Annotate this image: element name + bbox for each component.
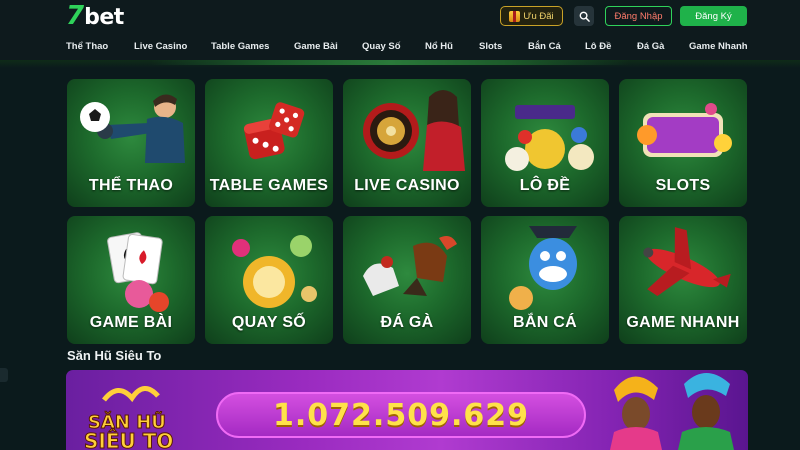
tile-slots[interactable]: SLOTS <box>619 79 747 207</box>
jackpot-banner[interactable]: SĂN HŨ SIÊU TO 1.072.509.629 <box>66 370 748 450</box>
jackpot-logo-line2: SIÊU TO <box>84 429 173 450</box>
jackpot-counter: 1.072.509.629 <box>216 392 586 438</box>
gift-icon <box>509 10 521 22</box>
logo-number: 7 <box>66 1 85 31</box>
top-header: 7 bet Ưu Đãi Đăng Nhập Đăng Ký <box>0 0 800 34</box>
carnival-dancers-image <box>610 373 734 450</box>
logo-text: bet <box>84 5 124 30</box>
promo-button[interactable]: Ưu Đãi <box>500 6 563 26</box>
roulette-dealer-icon <box>363 90 465 171</box>
search-button[interactable] <box>574 6 594 26</box>
tile-label: GAME BÀI <box>89 314 173 331</box>
search-icon <box>579 11 590 22</box>
nav-item-quay-so[interactable]: Quay Số <box>362 41 401 52</box>
side-expand-handle[interactable] <box>0 368 8 382</box>
tile-the-thao[interactable]: THỂ THAO <box>67 79 195 207</box>
jackpot-section-title: Săn Hũ Siêu To <box>67 348 162 363</box>
rooster-fight-icon <box>363 236 457 296</box>
jackpot-logo: SĂN HŨ SIÊU TO <box>84 386 174 450</box>
tile-label: LÔ ĐỀ <box>519 177 571 194</box>
nav-item-game-bai[interactable]: Game Bài <box>294 41 338 52</box>
tile-label: TABLE GAMES <box>209 177 329 194</box>
tile-label: BẮN CÁ <box>512 314 578 331</box>
tile-label: ĐÁ GÀ <box>380 314 434 331</box>
airplane-icon <box>643 227 731 297</box>
tile-da-ga[interactable]: ĐÁ GÀ <box>343 216 471 344</box>
tile-quay-so[interactable]: QUAY SỐ <box>205 216 333 344</box>
slot-777-icon <box>637 103 732 157</box>
jackpot-value: 1.072.509.629 <box>273 397 529 433</box>
nav-item-lo-de[interactable]: Lô Đề <box>585 41 611 52</box>
nav-glow-divider <box>0 60 800 68</box>
nav-item-the-thao[interactable]: Thể Thao <box>66 41 108 52</box>
tile-table-games[interactable]: TABLE GAMES <box>205 79 333 207</box>
brand-logo[interactable]: 7 bet <box>66 1 124 31</box>
playing-cards-icon <box>107 232 169 312</box>
nav-item-no-hu[interactable]: Nổ Hũ <box>425 41 453 52</box>
dice-icon <box>243 102 305 160</box>
tile-label: THỂ THAO <box>88 177 174 194</box>
tile-live-casino[interactable]: LIVE CASINO <box>343 79 471 207</box>
number-ball-icon <box>232 235 317 308</box>
nav-item-game-nhanh[interactable]: Game Nhanh <box>689 41 748 52</box>
tile-ban-ca[interactable]: BẮN CÁ <box>481 216 609 344</box>
promo-label: Ưu Đãi <box>523 10 554 22</box>
register-button[interactable]: Đăng Ký <box>680 6 747 26</box>
soccer-goalkeeper-icon <box>80 94 185 163</box>
nav-item-table-games[interactable]: Table Games <box>211 41 269 52</box>
nav-item-slots[interactable]: Slots <box>479 41 502 52</box>
lottery-balls-icon <box>505 105 594 171</box>
tile-label: QUAY SỐ <box>231 314 307 331</box>
pirate-fish-icon <box>509 226 577 310</box>
tile-game-bai[interactable]: GAME BÀI <box>67 216 195 344</box>
tile-lo-de[interactable]: LÔ ĐỀ <box>481 79 609 207</box>
tile-label: GAME NHANH <box>626 314 740 331</box>
tile-label: LIVE CASINO <box>354 177 460 194</box>
tile-game-nhanh[interactable]: GAME NHANH <box>619 216 747 344</box>
nav-item-live-casino[interactable]: Live Casino <box>134 41 187 52</box>
main-nav: Thể Thao Live Casino Table Games Game Bà… <box>0 34 800 60</box>
tile-label: SLOTS <box>655 177 711 194</box>
nav-item-da-ga[interactable]: Đá Gà <box>637 41 664 52</box>
nav-item-ban-ca[interactable]: Bắn Cá <box>528 41 561 52</box>
login-button[interactable]: Đăng Nhập <box>605 6 672 26</box>
